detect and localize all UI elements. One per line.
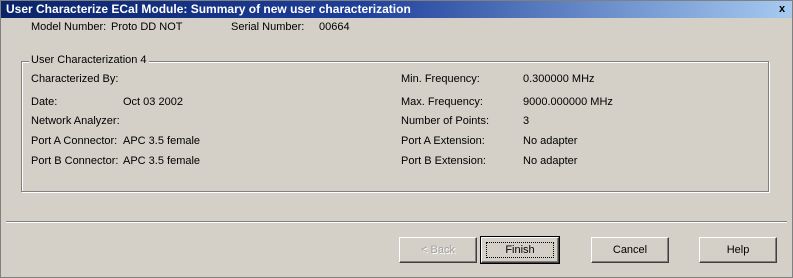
port-b-extension-label: Port B Extension:	[401, 155, 486, 167]
port-a-extension-value: No adapter	[523, 135, 578, 147]
help-button[interactable]: Help	[699, 237, 777, 263]
network-analyzer-label: Network Analyzer:	[31, 115, 120, 127]
min-frequency-label: Min. Frequency:	[401, 73, 480, 85]
port-a-connector-label: Port A Connector:	[31, 135, 118, 147]
port-b-connector-value: APC 3.5 female	[123, 155, 201, 167]
user-characterization-group	[21, 61, 769, 192]
title-bar[interactable]: User Characterize ECal Module: Summary o…	[1, 1, 792, 18]
date-label: Date:	[31, 96, 58, 108]
group-legend: User Characterization 4	[29, 54, 149, 66]
back-button[interactable]: < Back	[399, 237, 477, 263]
min-frequency-value: 0.300000 MHz	[523, 73, 595, 85]
number-of-points-label: Number of Points:	[401, 115, 490, 127]
max-frequency-label: Max. Frequency:	[401, 96, 483, 108]
characterized-by-label: Characterized By:	[31, 73, 119, 85]
cancel-button[interactable]: Cancel	[591, 237, 669, 263]
summary-dialog: User Characterize ECal Module: Summary o…	[0, 0, 793, 278]
port-a-extension-label: Port A Extension:	[401, 135, 485, 147]
port-b-extension-value: No adapter	[523, 155, 578, 167]
button-separator	[6, 221, 787, 223]
date-value: Oct 03 2002	[123, 96, 183, 108]
number-of-points-value: 3	[523, 115, 530, 127]
focus-rectangle	[486, 242, 554, 258]
model-number-value: Proto DD NOT	[111, 21, 183, 33]
port-b-connector-label: Port B Connector:	[31, 155, 119, 167]
window-title: User Characterize ECal Module: Summary o…	[6, 2, 411, 16]
close-icon[interactable]: x	[776, 3, 788, 15]
serial-number-label: Serial Number:	[231, 21, 305, 33]
max-frequency-value: 9000.000000 MHz	[523, 96, 613, 108]
port-a-connector-value: APC 3.5 female	[123, 135, 201, 147]
serial-number-value: 00664	[319, 21, 350, 33]
finish-button[interactable]: Finish	[480, 236, 560, 264]
model-number-label: Model Number:	[31, 21, 107, 33]
